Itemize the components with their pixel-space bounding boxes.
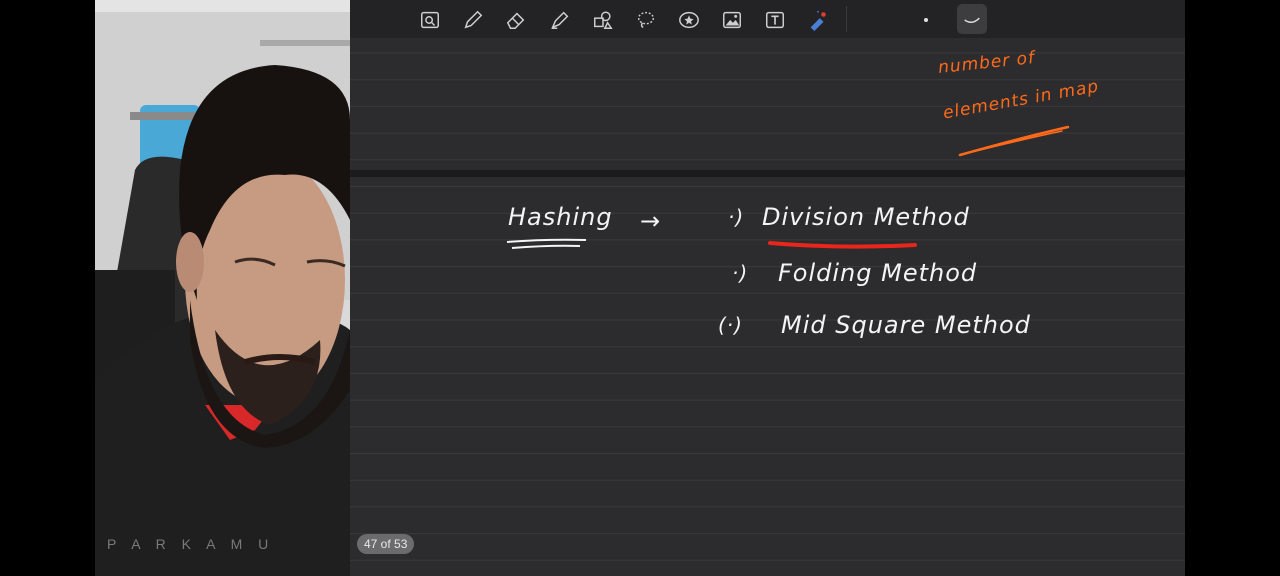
list-item-folding-method: Folding Method xyxy=(778,259,978,287)
notes-arrow: → xyxy=(640,207,662,235)
division-method-red-underline xyxy=(768,241,917,249)
list-item-division-method: Division Method xyxy=(762,203,970,231)
list-bullet: ·) xyxy=(728,205,745,229)
webcam-image xyxy=(95,0,350,576)
list-bullet: ·) xyxy=(732,261,749,285)
left-letterbox xyxy=(0,0,95,576)
page-indicator: 47 of 53 xyxy=(357,534,415,554)
hashing-underline xyxy=(506,238,587,243)
webcam-feed: P A R K A M U xyxy=(95,0,350,576)
notes-heading: Hashing xyxy=(508,203,613,231)
notes-canvas[interactable]: Hashing → ·) Division Method ·) Folding … xyxy=(350,0,1185,576)
list-item-mid-square-method: Mid Square Method xyxy=(781,311,1031,339)
right-letterbox xyxy=(1185,0,1280,576)
hashing-underline-2 xyxy=(511,244,581,249)
shirt-print: P A R K A M U xyxy=(107,536,275,552)
orange-annotation-underline-2 xyxy=(971,130,1063,153)
list-bullet: (·) xyxy=(718,313,743,337)
